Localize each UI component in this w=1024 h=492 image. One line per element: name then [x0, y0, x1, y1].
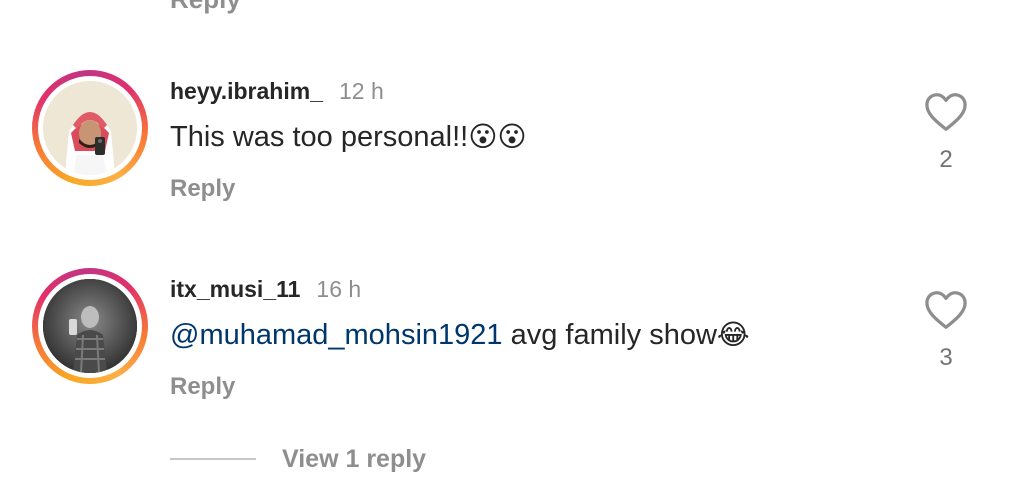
comment-meta: heyy.ibrahim_ 12 h [170, 78, 384, 112]
like-column: 3 [918, 290, 974, 372]
view-replies-row: View 1 reply [170, 442, 426, 476]
emoji-astonished: 😮😮 [468, 121, 527, 152]
avatar [43, 279, 137, 373]
like-count: 2 [939, 146, 953, 173]
comment-text: @muhamad_mohsin1921 avg family show😂 [170, 318, 750, 352]
divider-line [170, 458, 256, 460]
emoji-tears-of-joy: 😂 [716, 319, 750, 350]
avatar [43, 81, 137, 175]
reply-button[interactable]: Reply [170, 175, 235, 203]
username[interactable]: heyy.ibrahim_ [170, 78, 323, 104]
previous-reply-link[interactable]: Reply [170, 0, 241, 15]
username[interactable]: itx_musi_11 [170, 276, 300, 302]
story-ring-avatar[interactable] [32, 70, 148, 186]
comment-body: avg family show [502, 319, 717, 351]
timestamp: 16 h [316, 276, 362, 302]
comment-text: This was too personal!!😮😮 [170, 120, 527, 154]
like-column: 2 [918, 92, 974, 174]
reply-button[interactable]: Reply [170, 373, 235, 401]
heart-outline-icon[interactable] [924, 290, 968, 330]
story-ring-avatar[interactable] [32, 268, 148, 384]
timestamp: 12 h [338, 78, 384, 104]
comment-item: heyy.ibrahim_ 12 h This was too personal!… [0, 70, 1024, 230]
heart-outline-icon[interactable] [924, 92, 968, 132]
mention-link[interactable]: @muhamad_mohsin1921 [170, 319, 503, 351]
comment-meta: itx_musi_11 16 h [170, 276, 361, 310]
comment-item: itx_musi_11 16 h @muhamad_mohsin1921 avg … [0, 268, 1024, 428]
view-replies-button[interactable]: View 1 reply [282, 445, 426, 474]
like-count: 3 [939, 344, 953, 371]
comment-body: This was too personal!! [170, 121, 469, 153]
